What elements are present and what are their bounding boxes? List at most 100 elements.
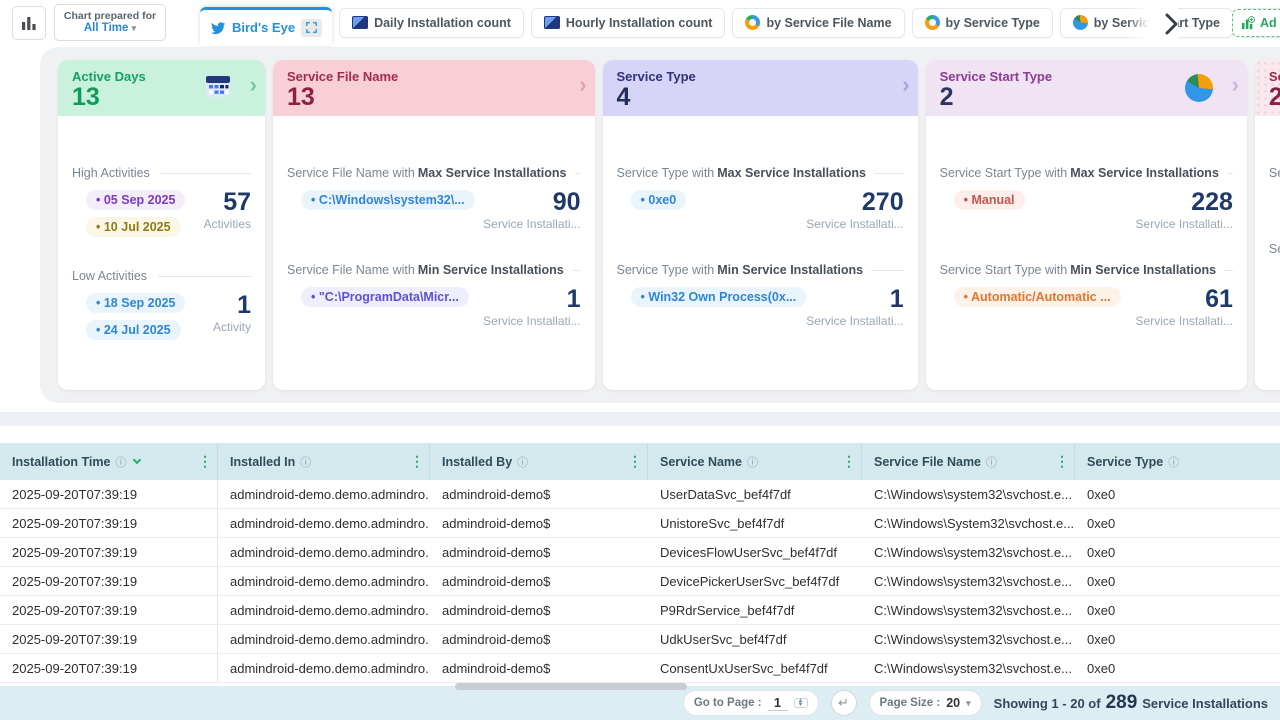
column-header-installed-by[interactable]: Installed By ⓘ ⋮ bbox=[430, 443, 648, 480]
chevron-right-icon[interactable]: › bbox=[902, 72, 909, 98]
section-value-label: Service Installati... bbox=[806, 217, 903, 231]
column-menu-icon[interactable]: ⋮ bbox=[410, 453, 424, 470]
card-service-name[interactable]: Service Name 287 Service Name withMax Se… bbox=[1255, 60, 1280, 390]
table-row[interactable]: 2025-09-20T07:39:19admindroid-demo.demo.… bbox=[0, 596, 1280, 625]
table-row[interactable]: 2025-09-20T07:39:19admindroid-demo.demo.… bbox=[0, 654, 1280, 683]
page-number-stepper[interactable]: ▲ ▼ bbox=[794, 698, 808, 708]
chevron-right-icon[interactable]: › bbox=[579, 72, 586, 98]
step-down-icon[interactable]: ▼ bbox=[795, 703, 807, 707]
list-item[interactable]: C:\Windows\system32\... bbox=[301, 190, 475, 210]
card-header: Active Days 13 › bbox=[58, 60, 265, 116]
list-item[interactable]: 0xe0 bbox=[631, 190, 687, 210]
go-to-page-submit-button[interactable]: ↵ bbox=[831, 690, 857, 716]
tab-daily-installation-count[interactable]: Daily Installation count bbox=[339, 8, 524, 38]
chevron-right-icon[interactable]: › bbox=[250, 72, 257, 98]
section-value: 1 bbox=[213, 293, 251, 318]
card-title: Service File Name bbox=[287, 69, 583, 84]
table-row[interactable]: 2025-09-20T07:39:19admindroid-demo.demo.… bbox=[0, 625, 1280, 654]
card-body: Service Name withMax Service Installatio… bbox=[1255, 166, 1280, 335]
list-item[interactable]: Win32 Own Process(0x... bbox=[631, 287, 807, 307]
total-count: 289 bbox=[1106, 692, 1138, 714]
table-row[interactable]: 2025-09-20T07:39:19admindroid-demo.demo.… bbox=[0, 538, 1280, 567]
table-header-row: Installation Time ⓘ ⋮ Installed In ⓘ ⋮ I… bbox=[0, 443, 1280, 480]
section-label: Low Activities bbox=[72, 269, 147, 283]
list-item[interactable]: 24 Jul 2025 bbox=[86, 320, 181, 340]
sort-desc-icon[interactable] bbox=[133, 456, 141, 464]
caret-down-icon: ▾ bbox=[132, 23, 137, 33]
list-item[interactable]: "C:\ProgramData\Micr... bbox=[301, 287, 469, 307]
column-header-service-file-name[interactable]: Service File Name ⓘ ⋮ bbox=[862, 443, 1075, 480]
enter-icon: ↵ bbox=[838, 695, 849, 711]
info-icon: ⓘ bbox=[1168, 454, 1179, 470]
card-value: 287 bbox=[1269, 84, 1280, 110]
tabs-scroll-next-button[interactable] bbox=[1126, 6, 1178, 42]
tab-birds-eye[interactable]: Bird's Eye bbox=[200, 7, 332, 45]
page-number-input[interactable]: 1 bbox=[768, 695, 788, 711]
tab-hourly-installation-count[interactable]: Hourly Installation count bbox=[531, 8, 726, 38]
info-icon: ⓘ bbox=[747, 454, 758, 470]
service-installations-table: Installation Time ⓘ ⋮ Installed In ⓘ ⋮ I… bbox=[0, 426, 1280, 686]
info-icon: ⓘ bbox=[115, 454, 126, 470]
column-menu-icon[interactable]: ⋮ bbox=[842, 453, 856, 470]
list-item[interactable]: Manual bbox=[954, 190, 1025, 210]
go-to-page-label: Go to Page : bbox=[694, 697, 762, 709]
card-active-days[interactable]: Active Days 13 › High Activities 05 Sep … bbox=[58, 60, 265, 390]
list-item[interactable]: Automatic/Automatic ... bbox=[954, 287, 1121, 307]
column-header-service-name[interactable]: Service Name ⓘ ⋮ bbox=[648, 443, 862, 480]
expand-chart-icon[interactable] bbox=[301, 19, 322, 37]
column-header-installation-time[interactable]: Installation Time ⓘ ⋮ bbox=[0, 443, 218, 480]
info-icon: ⓘ bbox=[300, 454, 311, 470]
tab-label: by Service Type bbox=[946, 16, 1040, 30]
go-to-page-control: Go to Page : 1 ▲ ▼ bbox=[683, 690, 819, 716]
add-chart-button[interactable]: Ad bbox=[1232, 9, 1280, 37]
results-summary: Showing 1 - 20 of 289 Service Installati… bbox=[994, 692, 1268, 714]
card-service-type[interactable]: Service Type 4 › Service Type withMax Se… bbox=[603, 60, 918, 390]
column-header-service-type[interactable]: Service Type ⓘ bbox=[1075, 443, 1280, 480]
table-row[interactable]: 2025-09-20T07:39:19admindroid-demo.demo.… bbox=[0, 567, 1280, 596]
card-value: 4 bbox=[617, 84, 906, 110]
calendar-icon bbox=[205, 74, 231, 103]
bar-chart-icon bbox=[21, 15, 37, 31]
tab-by-service-file-name[interactable]: by Service File Name bbox=[732, 8, 904, 38]
bird-icon bbox=[210, 21, 226, 35]
column-menu-icon[interactable]: ⋮ bbox=[198, 453, 212, 470]
chart-menu-button[interactable] bbox=[12, 6, 46, 40]
section-label: High Activities bbox=[72, 166, 150, 180]
section-divider bbox=[0, 412, 1280, 426]
period-label: Chart prepared for bbox=[64, 10, 156, 22]
card-header: Service Start Type 2 › bbox=[926, 60, 1247, 116]
section-label: Service Start Type with bbox=[940, 166, 1068, 180]
card-title: Service Name bbox=[1269, 69, 1280, 84]
table-body: 2025-09-20T07:39:19admindroid-demo.demo.… bbox=[0, 480, 1280, 683]
section-label: Service Type with bbox=[617, 166, 715, 180]
list-item[interactable]: 18 Sep 2025 bbox=[86, 293, 185, 313]
section-label: Service Start Type with bbox=[940, 263, 1068, 277]
card-body: Service Type withMax Service Installatio… bbox=[603, 166, 918, 328]
section-value-label: Service Installati... bbox=[806, 314, 903, 328]
section-label: Service File Name with bbox=[287, 263, 415, 277]
add-chart-icon bbox=[1241, 16, 1255, 30]
column-menu-icon[interactable]: ⋮ bbox=[1055, 453, 1069, 470]
section-value-label: Service Installati... bbox=[1136, 217, 1233, 231]
charts-section: Active Days 13 › High Activities 05 Sep … bbox=[0, 45, 1280, 412]
period-value: All Time bbox=[84, 22, 129, 34]
tab-by-service-type[interactable]: by Service Type bbox=[912, 8, 1053, 38]
list-item[interactable]: 10 Jul 2025 bbox=[86, 217, 181, 237]
chevron-right-icon[interactable]: › bbox=[1232, 72, 1239, 98]
tab-label: by Service File Name bbox=[766, 16, 891, 30]
list-item[interactable]: 05 Sep 2025 bbox=[86, 190, 185, 210]
card-service-start-type[interactable]: Service Start Type 2 › Service Start Typ… bbox=[926, 60, 1247, 390]
table-row[interactable]: 2025-09-20T07:39:19admindroid-demo.demo.… bbox=[0, 509, 1280, 538]
tab-label: Daily Installation count bbox=[374, 16, 511, 30]
page-size-dropdown[interactable]: Page Size : 20 ▾ bbox=[869, 690, 982, 716]
column-header-installed-in[interactable]: Installed In ⓘ ⋮ bbox=[218, 443, 430, 480]
table-row[interactable]: 2025-09-20T07:39:19admindroid-demo.demo.… bbox=[0, 480, 1280, 509]
tab-label: Bird's Eye bbox=[232, 20, 295, 35]
section-value: 57 bbox=[204, 190, 251, 215]
section-value-label: Activity bbox=[213, 320, 251, 334]
chart-period-dropdown[interactable]: Chart prepared for All Time ▾ bbox=[54, 4, 166, 41]
column-menu-icon[interactable]: ⋮ bbox=[628, 453, 642, 470]
horizontal-scrollbar-thumb[interactable] bbox=[455, 683, 687, 690]
pie-chart-icon bbox=[1185, 74, 1213, 102]
card-service-file-name[interactable]: Service File Name 13 › Service File Name… bbox=[273, 60, 595, 390]
